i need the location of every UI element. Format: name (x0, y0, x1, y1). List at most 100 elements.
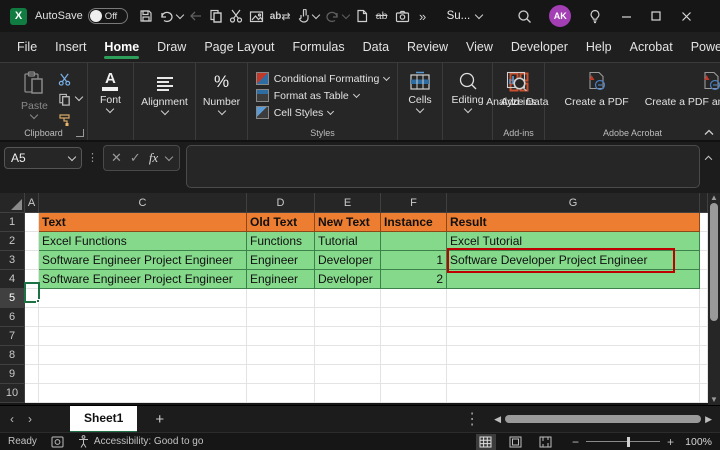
sheet-tab[interactable]: Sheet1 (70, 406, 137, 433)
cut-button[interactable] (226, 2, 246, 30)
row-header-8[interactable]: 8 (0, 346, 25, 365)
cell-sliver-8[interactable] (700, 346, 708, 365)
cell-sliver-6[interactable] (700, 308, 708, 327)
undo-button[interactable] (156, 2, 186, 30)
format-as-table-button[interactable]: Format as Table (256, 89, 390, 102)
analyze-data-button[interactable]: Analyze Data (478, 67, 556, 112)
cell-sliver-9[interactable] (700, 365, 708, 384)
cell-A7[interactable] (25, 327, 39, 346)
format-painter-button[interactable] (56, 112, 74, 127)
save-button[interactable] (136, 2, 156, 30)
cell-G9[interactable] (447, 365, 700, 384)
menu-tab-help[interactable]: Help (577, 33, 621, 62)
cell-C8[interactable] (39, 346, 247, 365)
column-header-D[interactable]: D (247, 193, 315, 213)
scroll-up-icon[interactable]: ▲ (710, 194, 718, 202)
cell-A3[interactable] (25, 251, 39, 270)
column-header-sliver[interactable] (700, 193, 708, 213)
formula-input[interactable] (186, 145, 700, 188)
cell-C5[interactable] (39, 289, 247, 308)
cell-G1[interactable]: Result (447, 213, 700, 232)
cell-A1[interactable] (25, 213, 39, 232)
cell-C1[interactable]: Text (39, 213, 247, 232)
cell-sliver-4[interactable] (700, 270, 708, 289)
zoom-slider[interactable] (586, 441, 660, 443)
minimize-button[interactable] (611, 2, 641, 30)
cell-D2[interactable]: Functions (247, 232, 315, 251)
cell-F7[interactable] (381, 327, 447, 346)
avatar[interactable]: AK (549, 5, 571, 27)
scroll-down-icon[interactable]: ▼ (710, 396, 718, 404)
menu-tab-insert[interactable]: Insert (46, 33, 95, 62)
row-header-10[interactable]: 10 (0, 384, 25, 403)
cell-C3[interactable]: Software Engineer Project Engineer (39, 251, 247, 270)
row-header-7[interactable]: 7 (0, 327, 25, 346)
cell-D7[interactable] (247, 327, 315, 346)
cell-sliver-3[interactable] (700, 251, 708, 270)
cell-E4[interactable]: Developer (315, 270, 381, 289)
cell-E3[interactable]: Developer (315, 251, 381, 270)
cell-E1[interactable]: New Text (315, 213, 381, 232)
fill-handle[interactable] (36, 299, 40, 303)
name-box[interactable]: A5 (4, 147, 82, 169)
column-header-F[interactable]: F (381, 193, 447, 213)
zoom-out-button[interactable]: − (572, 435, 579, 449)
cell-sliver-5[interactable] (700, 289, 708, 308)
touch-mode-button[interactable] (294, 2, 322, 30)
horizontal-scroll-thumb[interactable] (505, 415, 701, 423)
scroll-right-icon[interactable]: ▶ (705, 414, 712, 425)
cell-G10[interactable] (447, 384, 700, 403)
next-sheet-button[interactable]: › (18, 412, 42, 426)
add-sheet-button[interactable]: + (137, 411, 182, 428)
vertical-scrollbar[interactable]: ▲ ▼ (708, 193, 720, 405)
cell-D4[interactable]: Engineer (247, 270, 315, 289)
select-all-corner[interactable] (0, 193, 25, 213)
alignment-menu-button[interactable]: Alignment (133, 67, 196, 118)
cells-menu-button[interactable]: Cells (400, 67, 439, 116)
cell-A6[interactable] (25, 308, 39, 327)
menu-tab-home[interactable]: Home (95, 33, 148, 62)
tab-splitter[interactable]: ⋮ (454, 409, 490, 429)
cell-D8[interactable] (247, 346, 315, 365)
cell-F1[interactable]: Instance (381, 213, 447, 232)
cell-E10[interactable] (315, 384, 381, 403)
clipboard-dialog-launcher[interactable] (76, 129, 84, 137)
menu-tab-formulas[interactable]: Formulas (284, 33, 354, 62)
page-layout-view-button[interactable] (506, 434, 526, 450)
column-header-G[interactable]: G (447, 193, 700, 213)
macro-record-icon[interactable] (51, 436, 64, 448)
zoom-level[interactable]: 100% (682, 436, 712, 448)
paste-picture-button[interactable] (246, 2, 267, 30)
camera-button[interactable] (392, 2, 413, 30)
row-header-3[interactable]: 3 (0, 251, 25, 270)
cut-button-ribbon[interactable] (56, 72, 74, 87)
cell-C6[interactable] (39, 308, 247, 327)
row-header-5[interactable]: 5 (0, 289, 25, 308)
spreadsheet-grid[interactable]: ACDEFG1TextOld TextNew TextInstanceResul… (0, 193, 708, 405)
cell-F8[interactable] (381, 346, 447, 365)
cell-A2[interactable] (25, 232, 39, 251)
menu-tab-acrobat[interactable]: Acrobat (621, 33, 682, 62)
cell-C2[interactable]: Excel Functions (39, 232, 247, 251)
cell-F4[interactable]: 2 (381, 270, 447, 289)
create-pdf-button[interactable]: Create a PDF (557, 67, 637, 112)
accessibility-status[interactable]: Accessibility: Good to go (94, 436, 204, 447)
cell-F2[interactable] (381, 232, 447, 251)
cancel-button[interactable]: ✕ (111, 150, 122, 166)
cell-F5[interactable] (381, 289, 447, 308)
cell-E7[interactable] (315, 327, 381, 346)
menu-tab-data[interactable]: Data (354, 33, 398, 62)
row-header-1[interactable]: 1 (0, 213, 25, 232)
cell-sliver-10[interactable] (700, 384, 708, 403)
cell-F3[interactable]: 1 (381, 251, 447, 270)
collapse-ribbon-button[interactable] (704, 129, 714, 136)
cell-D10[interactable] (247, 384, 315, 403)
menu-tab-draw[interactable]: Draw (148, 33, 195, 62)
font-menu-button[interactable]: A Font (92, 67, 129, 116)
cell-A10[interactable] (25, 384, 39, 403)
cell-E9[interactable] (315, 365, 381, 384)
autosave-toggle[interactable]: AutoSave Off (35, 8, 128, 24)
copy-button[interactable] (206, 2, 226, 30)
more-commands-button[interactable]: » (413, 2, 433, 30)
document-title[interactable]: Su... (447, 10, 483, 22)
